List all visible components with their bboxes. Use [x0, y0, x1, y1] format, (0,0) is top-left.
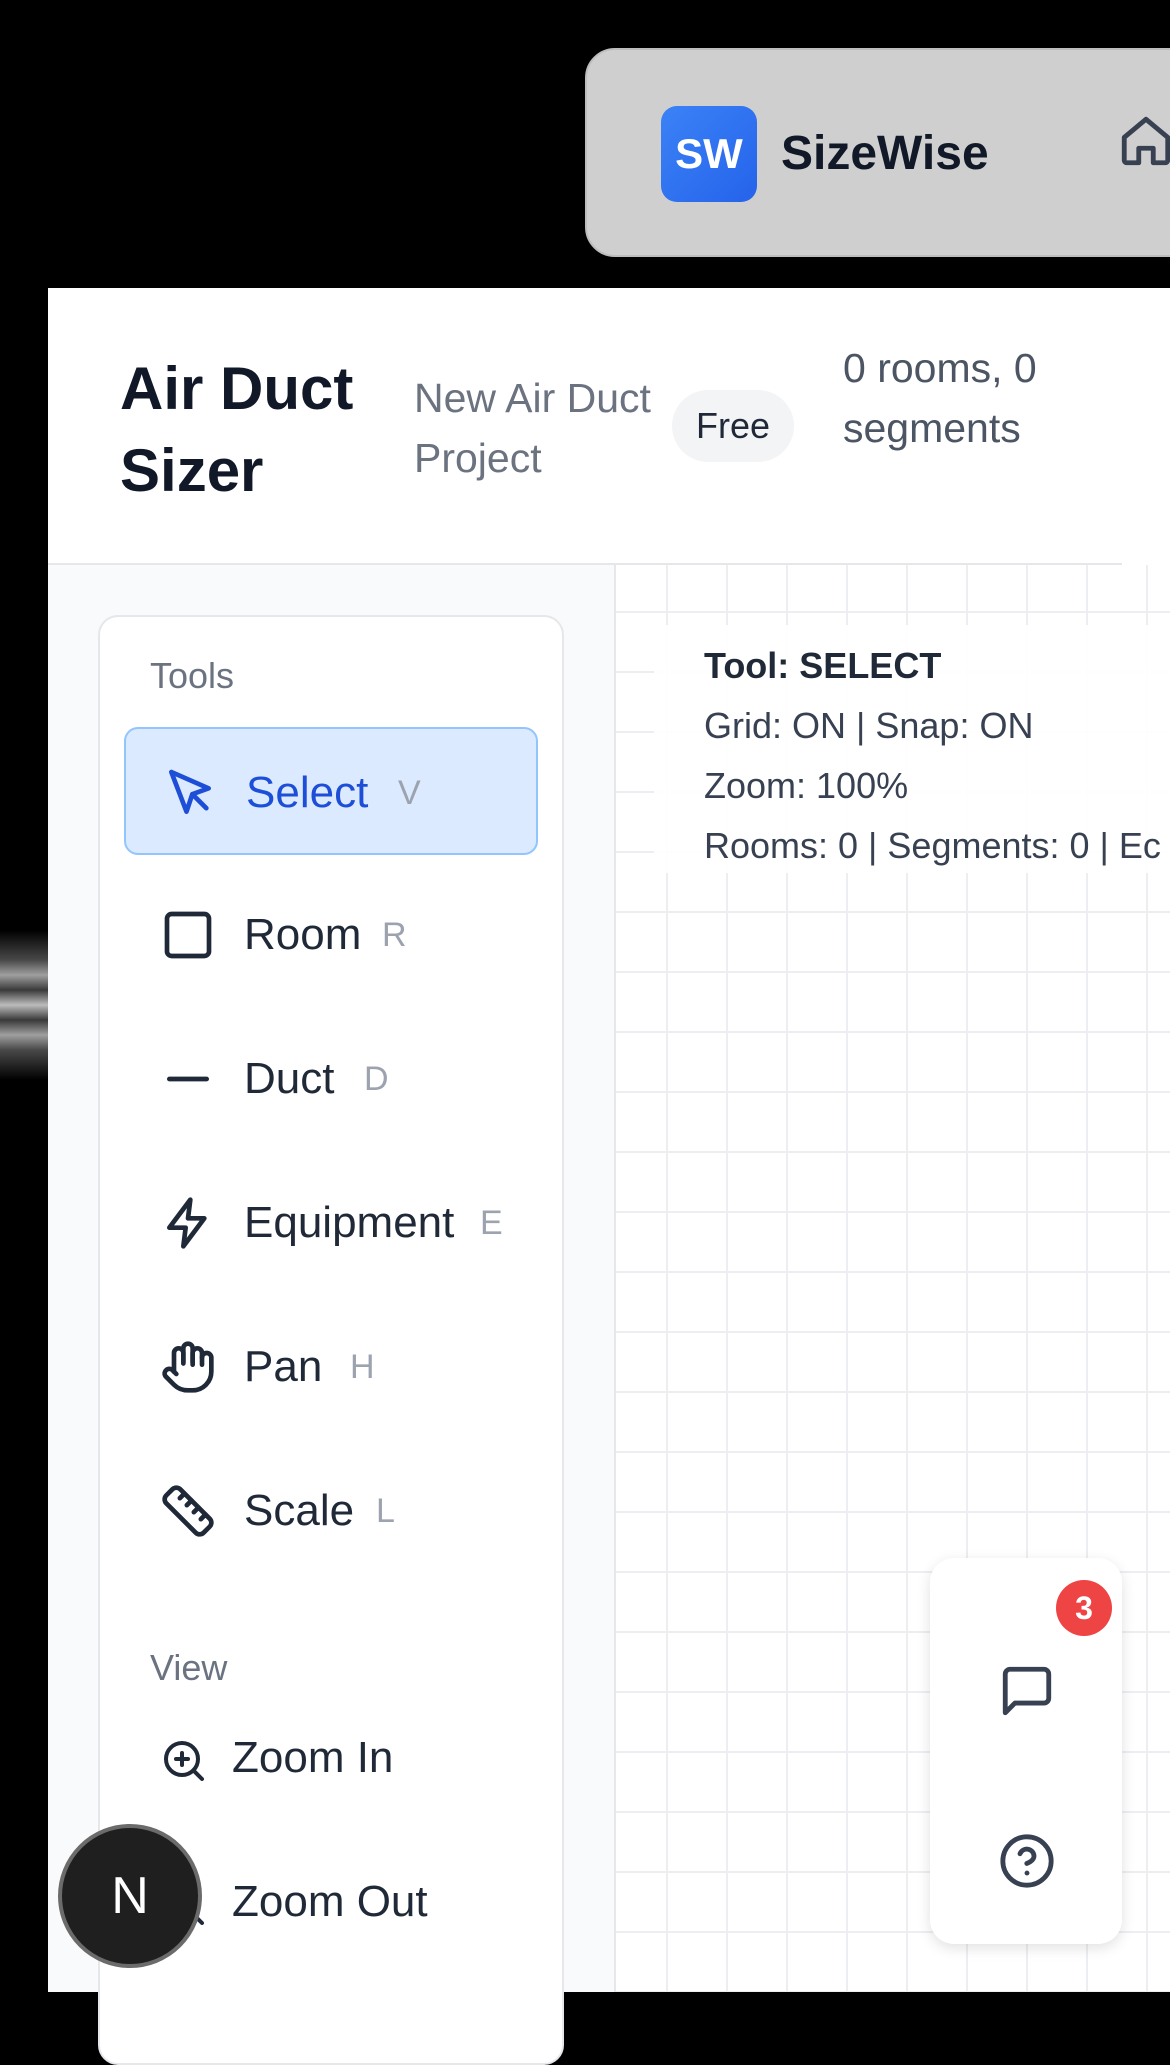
edge-glow: [0, 930, 48, 1080]
tool-label: Equipment: [244, 1198, 455, 1247]
tool-label: Select: [246, 768, 369, 817]
status-tool: Tool: SELECT: [704, 645, 942, 686]
brand-name[interactable]: SizeWise: [781, 126, 989, 181]
home-icon[interactable]: [1117, 112, 1170, 170]
tool-room[interactable]: Room R: [124, 871, 538, 999]
project-stats: 0 rooms, 0 segments: [843, 345, 1037, 451]
tool-duct[interactable]: Duct D: [124, 1015, 538, 1143]
logo-badge[interactable]: SW: [661, 106, 757, 202]
tool-equipment[interactable]: Equipment E: [124, 1159, 538, 1287]
tool-label: Room: [244, 910, 362, 959]
shortcut-key: L: [376, 1492, 395, 1530]
shortcut-key: V: [398, 774, 421, 812]
tool-pan[interactable]: Pan H: [124, 1303, 538, 1431]
view-label: Zoom In: [232, 1733, 394, 1782]
tools-section-label: Tools: [150, 655, 235, 696]
tool-scale[interactable]: Scale L: [124, 1447, 538, 1575]
ruler-icon: [162, 1485, 214, 1537]
hand-icon: [162, 1341, 214, 1393]
tool-select[interactable]: Select V: [124, 727, 538, 855]
shortcut-key: H: [350, 1348, 375, 1386]
line-icon: [167, 1076, 210, 1082]
notification-badge: 3: [1056, 1580, 1112, 1636]
chat-icon[interactable]: [998, 1662, 1056, 1720]
view-label: Zoom Out: [232, 1877, 428, 1926]
tool-label: Pan: [244, 1342, 323, 1391]
top-nav: SW SizeWise: [585, 48, 1170, 257]
shortcut-key: E: [480, 1204, 503, 1242]
tool-label: Duct: [244, 1054, 335, 1103]
status-counts: Rooms: 0 | Segments: 0 | Ec: [704, 825, 1161, 866]
status-grid: Grid: ON | Snap: ON: [704, 705, 1034, 746]
lightning-icon: [167, 1197, 207, 1249]
floating-actions: 3: [930, 1558, 1122, 1944]
zoom-in-button[interactable]: Zoom In: [124, 1707, 538, 1827]
plan-badge: Free: [672, 390, 794, 462]
page-title: Air Duct Sizer: [120, 355, 354, 504]
shortcut-key: D: [364, 1060, 389, 1098]
square-icon: [164, 911, 212, 959]
cursor-icon: [169, 769, 212, 814]
help-icon[interactable]: [998, 1832, 1056, 1890]
app-header: Air Duct Sizer New Air Duct Project Free…: [48, 288, 1122, 565]
view-section-label: View: [150, 1647, 228, 1688]
project-name[interactable]: New Air Duct Project: [414, 368, 674, 488]
shortcut-key: R: [382, 916, 407, 954]
status-overlay: Tool: SELECT Grid: ON | Snap: ON Zoom: 1…: [654, 625, 1170, 873]
status-zoom: Zoom: 100%: [704, 765, 909, 806]
zoom-in-icon: [164, 1741, 204, 1781]
tool-label: Scale: [244, 1486, 355, 1535]
avatar[interactable]: N: [58, 1824, 202, 1968]
